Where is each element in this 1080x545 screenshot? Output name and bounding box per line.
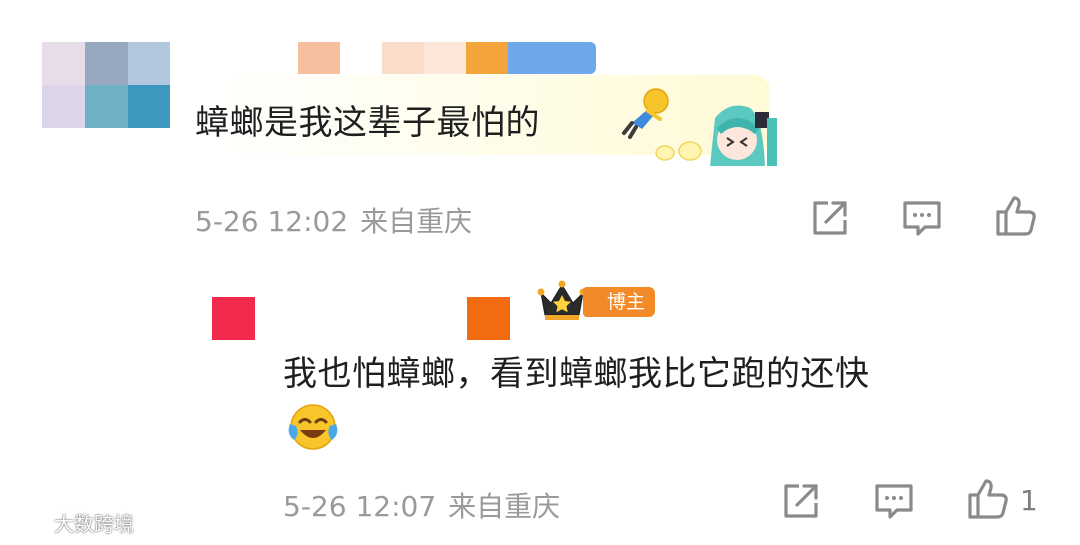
like-icon	[996, 196, 1036, 236]
reply-username-blurred[interactable]	[467, 297, 510, 340]
watermark-logo-icon	[10, 512, 47, 533]
comment-icon	[875, 484, 913, 519]
crown-icon	[537, 279, 587, 323]
comment-icon	[903, 201, 941, 236]
reply-comment-button[interactable]	[870, 477, 918, 525]
reply-time: 5-26 12:07	[283, 490, 437, 523]
reply-location: 来自重庆	[448, 490, 561, 523]
watermark-text: 大数跨境	[54, 512, 134, 536]
reply-button[interactable]	[898, 194, 946, 242]
watermark: 大数跨境	[8, 508, 134, 537]
like-count: 1	[1020, 484, 1038, 517]
like-button[interactable]	[992, 192, 1040, 240]
reply-text: 我也怕蟑螂，看到蟑螂我比它跑的还快	[283, 354, 870, 394]
comment-location: 来自重庆	[360, 205, 473, 238]
share-icon	[813, 201, 847, 235]
comment-text: 蟑螂是我这辈子最怕的	[195, 103, 540, 143]
reply-meta: 5-26 12:07 来自重庆	[283, 485, 560, 525]
reply-like-button[interactable]	[964, 475, 1012, 523]
share-button[interactable]	[806, 194, 854, 242]
avatar[interactable]	[42, 42, 170, 128]
sticker-anime-girl	[655, 98, 780, 168]
username-blurred[interactable]	[298, 42, 596, 74]
share-icon	[784, 484, 818, 518]
reply-share-button[interactable]	[777, 477, 825, 525]
reply-avatar[interactable]	[212, 297, 255, 340]
comment-meta: 5-26 12:02 来自重庆	[195, 200, 472, 240]
author-badge: 博主	[583, 287, 656, 317]
comment-time: 5-26 12:02	[195, 205, 349, 238]
emoji-laugh-cry	[286, 400, 340, 454]
like-icon	[968, 479, 1008, 519]
